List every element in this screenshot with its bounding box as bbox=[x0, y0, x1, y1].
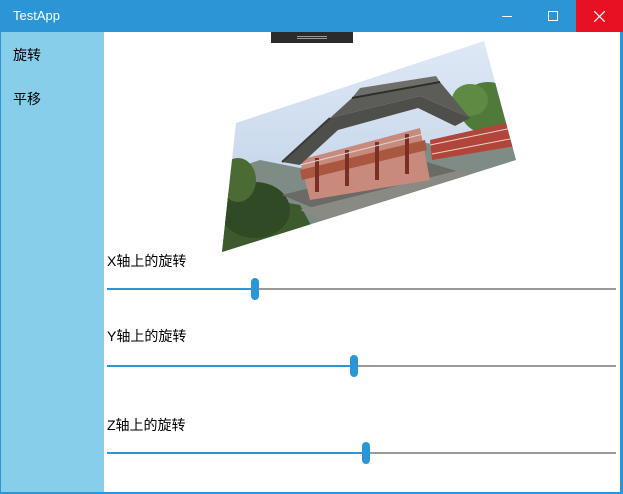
z-rotation-slider[interactable] bbox=[107, 442, 616, 464]
slider-z-label: Z轴上的旋转 bbox=[107, 417, 186, 433]
slider-track-fill bbox=[107, 365, 354, 367]
slider-track-fill bbox=[107, 288, 255, 290]
slider-thumb[interactable] bbox=[250, 278, 259, 300]
slider-x-label: X轴上的旋转 bbox=[107, 253, 187, 269]
slider-thumb[interactable] bbox=[349, 355, 358, 377]
x-rotation-slider[interactable] bbox=[107, 278, 616, 300]
rotated-photo bbox=[222, 41, 516, 252]
slider-thumb[interactable] bbox=[361, 442, 370, 464]
y-rotation-slider[interactable] bbox=[107, 355, 616, 377]
slider-track-fill bbox=[107, 452, 366, 454]
slider-y-label: Y轴上的旋转 bbox=[107, 328, 187, 344]
